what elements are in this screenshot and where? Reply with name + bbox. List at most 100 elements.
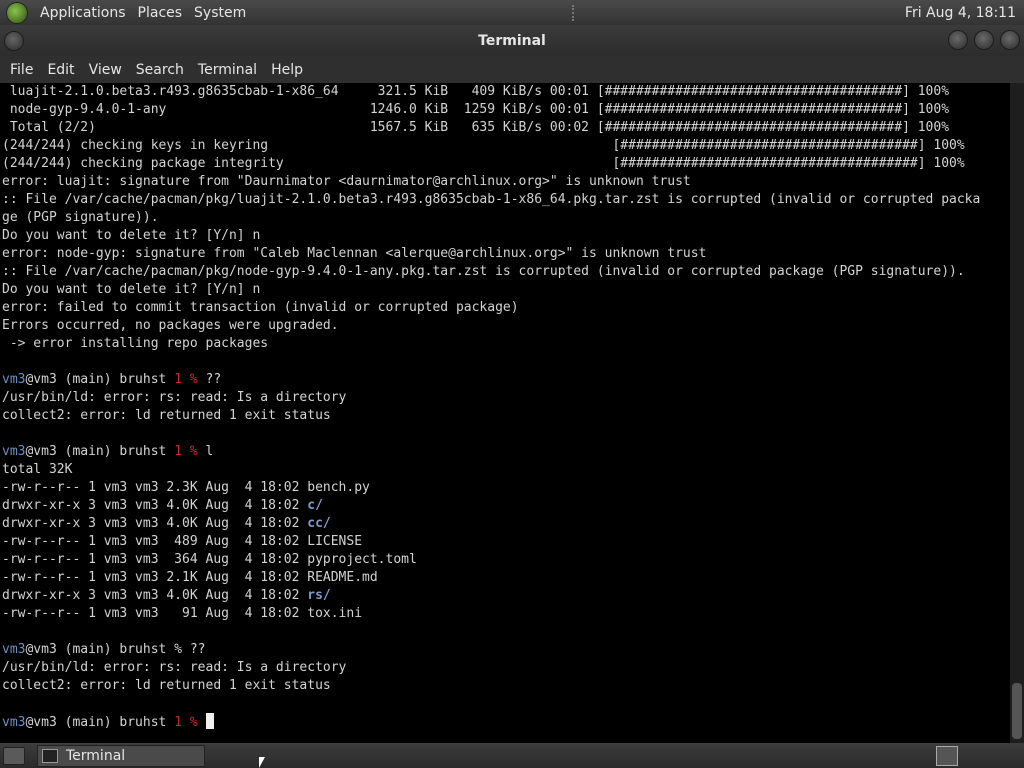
terminal-text: @vm3 (main) bruhst <box>25 444 175 459</box>
panel-handle <box>571 4 576 21</box>
menubar: File Edit View Search Terminal Help <box>0 56 1024 83</box>
terminal-line: collect2: error: ld returned 1 exit stat… <box>0 677 1010 695</box>
terminal-line: :: File /var/cache/pacman/pkg/luajit-2.1… <box>0 191 1010 209</box>
terminal-text: Errors occurred, no packages were upgrad… <box>2 318 339 333</box>
terminal-line: /usr/bin/ld: error: rs: read: Is a direc… <box>0 659 1010 677</box>
terminal-line: -rw-r--r-- 1 vm3 vm3 2.3K Aug 4 18:02 be… <box>0 479 1010 497</box>
taskbar-item-label: Terminal <box>66 747 126 764</box>
terminal-line: vm3@vm3 (main) bruhst 1 % l <box>0 443 1010 461</box>
window-title: Terminal <box>478 32 546 49</box>
menu-view[interactable]: View <box>82 62 129 78</box>
terminal-line: vm3@vm3 (main) bruhst % ?? <box>0 641 1010 659</box>
terminal-text: -> error installing repo packages <box>2 336 269 351</box>
terminal-output[interactable]: luajit-2.1.0.beta3.r493.g8635cbab-1-x86_… <box>0 83 1010 743</box>
terminal-line: vm3@vm3 (main) bruhst 1 % <box>0 713 1010 731</box>
top-panel: Applications Places System Fri Aug 4, 18… <box>0 0 1024 25</box>
menu-file[interactable]: File <box>3 62 40 78</box>
directory-name: rs/ <box>307 588 331 603</box>
minimize-button[interactable] <box>948 30 968 50</box>
terminal-line: drwxr-xr-x 3 vm3 vm3 4.0K Aug 4 18:02 rs… <box>0 587 1010 605</box>
terminal-line: /usr/bin/ld: error: rs: read: Is a direc… <box>0 389 1010 407</box>
close-button[interactable] <box>1000 30 1020 50</box>
terminal-cursor <box>205 713 214 729</box>
terminal-text: drwxr-xr-x 3 vm3 vm3 4.0K Aug 4 18:02 <box>2 588 308 603</box>
terminal-line: (244/244) checking package integrity [##… <box>0 155 1010 173</box>
terminal-line: error: luajit: signature from "Daurnimat… <box>0 173 1010 191</box>
terminal-line: ge (PGP signature)). <box>0 209 1010 227</box>
window-controls <box>948 30 1020 50</box>
terminal-line: Errors occurred, no packages were upgrad… <box>0 317 1010 335</box>
terminal-text: @vm3 (main) bruhst <box>25 715 175 730</box>
terminal-line: -rw-r--r-- 1 vm3 vm3 91 Aug 4 18:02 tox.… <box>0 605 1010 623</box>
menu-search[interactable]: Search <box>129 62 191 78</box>
terminal-text: (244/244) checking package integrity [##… <box>2 156 965 171</box>
terminal-text: Do you want to delete it? [Y/n] n <box>2 282 261 297</box>
terminal-text: Do you want to delete it? [Y/n] n <box>2 228 261 243</box>
terminal-line: -rw-r--r-- 1 vm3 vm3 489 Aug 4 18:02 LIC… <box>0 533 1010 551</box>
terminal-text: total 32K <box>2 462 73 477</box>
terminal-line: -rw-r--r-- 1 vm3 vm3 2.1K Aug 4 18:02 RE… <box>0 569 1010 587</box>
mouse-pointer-icon <box>259 757 265 768</box>
terminal-text: -rw-r--r-- 1 vm3 vm3 2.1K Aug 4 18:02 RE… <box>2 570 378 585</box>
terminal-line: luajit-2.1.0.beta3.r493.g8635cbab-1-x86_… <box>0 83 1010 101</box>
terminal-text: @vm3 (main) bruhst <box>25 372 175 387</box>
menu-edit[interactable]: Edit <box>40 62 81 78</box>
menu-terminal[interactable]: Terminal <box>191 62 264 78</box>
distro-logo-icon[interactable] <box>6 1 28 24</box>
terminal-line: drwxr-xr-x 3 vm3 vm3 4.0K Aug 4 18:02 cc… <box>0 515 1010 533</box>
bottom-taskbar: Terminal <box>0 743 1024 768</box>
terminal-text: error: node-gyp: signature from "Caleb M… <box>2 246 707 261</box>
terminal-text: /usr/bin/ld: error: rs: read: Is a direc… <box>2 390 347 405</box>
terminal-line: Total (2/2) 1567.5 KiB 635 KiB/s 00:02 [… <box>0 119 1010 137</box>
terminal-line: node-gyp-9.4.0-1-any 1246.0 KiB 1259 KiB… <box>0 101 1010 119</box>
terminal-text: drwxr-xr-x 3 vm3 vm3 4.0K Aug 4 18:02 <box>2 498 308 513</box>
terminal-line: error: failed to commit transaction (inv… <box>0 299 1010 317</box>
menu-help[interactable]: Help <box>264 62 310 78</box>
terminal-text: ge (PGP signature)). <box>2 210 159 225</box>
terminal-line: :: File /var/cache/pacman/pkg/node-gyp-9… <box>0 263 1010 281</box>
terminal-text: collect2: error: ld returned 1 exit stat… <box>2 678 331 693</box>
clock[interactable]: Fri Aug 4, 18:11 <box>895 5 1024 21</box>
show-desktop-icon[interactable] <box>3 746 25 765</box>
window-menu-button[interactable] <box>4 31 24 51</box>
prompt-status: 1 % <box>174 715 198 730</box>
prompt-status: 1 % <box>174 444 198 459</box>
directory-name: cc/ <box>307 516 331 531</box>
terminal-line: error: node-gyp: signature from "Caleb M… <box>0 245 1010 263</box>
taskbar-item-terminal[interactable]: Terminal <box>37 744 205 767</box>
prompt-user: vm3 <box>2 715 26 730</box>
terminal-scrollbar[interactable] <box>1010 83 1024 743</box>
directory-name: c/ <box>307 498 323 513</box>
terminal-line: collect2: error: ld returned 1 exit stat… <box>0 407 1010 425</box>
terminal-text: :: File /var/cache/pacman/pkg/luajit-2.1… <box>2 192 981 207</box>
prompt-status: 1 % <box>174 372 198 387</box>
terminal-line: -> error installing repo packages <box>0 335 1010 353</box>
terminal-text: l <box>197 444 214 459</box>
terminal-text: :: File /var/cache/pacman/pkg/node-gyp-9… <box>2 264 965 279</box>
menu-places[interactable]: Places <box>132 5 189 21</box>
menu-applications[interactable]: Applications <box>34 5 132 21</box>
terminal-line: (244/244) checking keys in keyring [####… <box>0 137 1010 155</box>
terminal-text: -rw-r--r-- 1 vm3 vm3 489 Aug 4 18:02 LIC… <box>2 534 363 549</box>
terminal-line: Do you want to delete it? [Y/n] n <box>0 227 1010 245</box>
workspace-switcher-icon[interactable] <box>936 745 958 766</box>
terminal-text: error: failed to commit transaction (inv… <box>2 300 519 315</box>
menu-system[interactable]: System <box>188 5 252 21</box>
maximize-button[interactable] <box>974 30 994 50</box>
terminal-text: error: luajit: signature from "Daurnimat… <box>2 174 691 189</box>
window-titlebar[interactable]: Terminal <box>0 25 1024 56</box>
terminal-line: drwxr-xr-x 3 vm3 vm3 4.0K Aug 4 18:02 c/ <box>0 497 1010 515</box>
terminal-text: collect2: error: ld returned 1 exit stat… <box>2 408 331 423</box>
terminal-line: Do you want to delete it? [Y/n] n <box>0 281 1010 299</box>
terminal-text: Total (2/2) 1567.5 KiB 635 KiB/s 00:02 [… <box>2 120 950 135</box>
terminal-text: ?? <box>197 372 222 387</box>
scrollbar-thumb[interactable] <box>1012 683 1022 739</box>
terminal-line: vm3@vm3 (main) bruhst 1 % ?? <box>0 371 1010 389</box>
terminal-text: /usr/bin/ld: error: rs: read: Is a direc… <box>2 660 347 675</box>
terminal-line: -rw-r--r-- 1 vm3 vm3 364 Aug 4 18:02 pyp… <box>0 551 1010 569</box>
terminal-text: drwxr-xr-x 3 vm3 vm3 4.0K Aug 4 18:02 <box>2 516 308 531</box>
terminal-text: -rw-r--r-- 1 vm3 vm3 2.3K Aug 4 18:02 be… <box>2 480 370 495</box>
